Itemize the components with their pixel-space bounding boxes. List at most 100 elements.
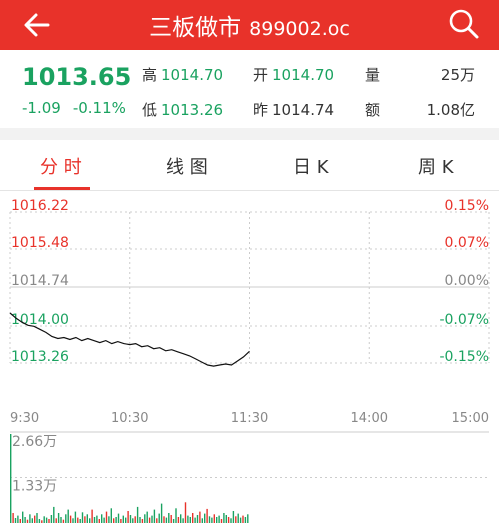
percent-axis-label: 0.07% [445, 235, 489, 251]
tab-daily-k[interactable]: 日 K [293, 153, 329, 179]
volume-bar [218, 515, 220, 523]
tab-weekly-k[interactable]: 周 K [418, 153, 454, 179]
volume-field-label: 量 [365, 64, 380, 85]
price-axis-label: 1016.22 [11, 198, 69, 214]
volume-bar [141, 519, 144, 523]
price-axis-label: 1015.48 [11, 235, 69, 251]
volume-bar [225, 515, 227, 523]
volume-bar [235, 516, 237, 523]
volume-bar [115, 517, 117, 523]
volume-bar [153, 509, 156, 523]
change-percent: -0.11% [72, 99, 126, 117]
tab-intraday[interactable]: 分 时 [40, 153, 82, 179]
market-code: 899002.oc [249, 18, 350, 40]
market-name: 三板做市 [149, 15, 242, 41]
volume-bar [65, 514, 67, 523]
volume-bar [194, 517, 196, 523]
volume-bar [151, 515, 153, 523]
volume-bar [125, 517, 127, 523]
volume-bar [148, 517, 151, 523]
volume-bar [62, 519, 65, 523]
search-icon[interactable] [447, 7, 481, 41]
change-value: -1.09 [22, 99, 61, 117]
page-title: 三板做市 899002.oc [0, 8, 499, 42]
volume-bar [79, 519, 81, 523]
volume-bar [139, 517, 141, 523]
volume-bar [201, 518, 203, 523]
price-axis-label: 1013.26 [11, 349, 69, 365]
volume-bar [182, 518, 184, 523]
volume-bar [199, 511, 201, 523]
volume-bar [86, 514, 88, 523]
header-bar: 三板做市 899002.oc [0, 0, 499, 50]
volume-bar [206, 508, 208, 523]
volume-bar [50, 515, 53, 523]
volume-bar [29, 514, 31, 523]
amount-label: 额 [365, 101, 381, 119]
volume-bar [172, 519, 175, 523]
volume-bar [165, 517, 168, 523]
high-label: 高 [142, 66, 158, 84]
volume-bar [38, 519, 41, 523]
volume-bar [244, 517, 247, 523]
volume-bar [101, 514, 103, 523]
section-divider [0, 128, 499, 140]
volume-bar [84, 516, 86, 523]
volume-bar [74, 511, 77, 523]
amount-field-label: 额 [365, 99, 380, 120]
intraday-chart[interactable]: 1016.221015.481014.741014.001013.260.15%… [0, 191, 499, 524]
volume-bar [105, 511, 108, 523]
volume-bar [34, 515, 36, 523]
volume-axis-label: 2.66万 [12, 434, 57, 450]
volume-bar [177, 517, 180, 523]
volume-bar [41, 520, 43, 523]
quote-panel: 1013.65 -1.09 -0.11% 高 1014.70 开 1014.70 量 … [0, 50, 499, 128]
volume-bar [69, 515, 72, 523]
volume-bar [156, 518, 158, 523]
volume-bar [213, 514, 215, 523]
volume-bar [196, 515, 199, 523]
percent-axis-label: 0.00% [445, 273, 489, 289]
time-axis-label: 15:00 [452, 411, 489, 426]
volume-bar [24, 517, 26, 523]
volume-bar [45, 517, 48, 523]
time-axis-label: 11:30 [231, 411, 268, 426]
volume-bar [12, 513, 14, 523]
time-axis-label: 9:30 [10, 411, 39, 426]
tab-line-chart[interactable]: 线 图 [166, 153, 208, 179]
volume-bar [242, 515, 244, 523]
volume-label: 量 [365, 66, 381, 84]
volume-bar [175, 508, 177, 523]
amount-value: 1.08亿 [426, 101, 475, 119]
volume-bar [146, 511, 148, 523]
volume-bar [220, 519, 223, 523]
volume-bar [216, 517, 218, 523]
volume-bar [192, 513, 194, 523]
volume-bar [237, 513, 239, 523]
percent-axis-label: -0.15% [439, 349, 489, 365]
current-price: 1013.65 [22, 63, 132, 91]
volume-bar [43, 516, 45, 523]
prev-close-field: 昨 1014.74 [253, 99, 334, 120]
volume-bar [232, 511, 235, 523]
volume-value: 25万 [440, 66, 475, 84]
low-value: 1013.26 [161, 101, 224, 119]
price-axis-label: 1014.74 [11, 273, 69, 289]
open-label: 开 [253, 66, 269, 84]
percent-axis-label: 0.15% [445, 198, 489, 214]
volume-bar [91, 509, 93, 523]
volume-bar [227, 517, 230, 523]
volume-bar [103, 517, 105, 523]
percent-axis-label: -0.07% [439, 312, 489, 328]
active-tab-indicator [34, 187, 90, 190]
volume-bar [187, 515, 189, 523]
volume-bar [180, 514, 182, 523]
volume-bar [129, 515, 132, 523]
volume-bar [120, 519, 122, 523]
chart-tabs: 分 时 线 图 日 K 周 K [0, 140, 499, 191]
open-field: 开 1014.70 [253, 64, 334, 85]
volume-bar [208, 516, 211, 523]
volume-bar [77, 517, 79, 523]
low-label: 低 [142, 101, 158, 119]
volume-bar [122, 515, 124, 523]
